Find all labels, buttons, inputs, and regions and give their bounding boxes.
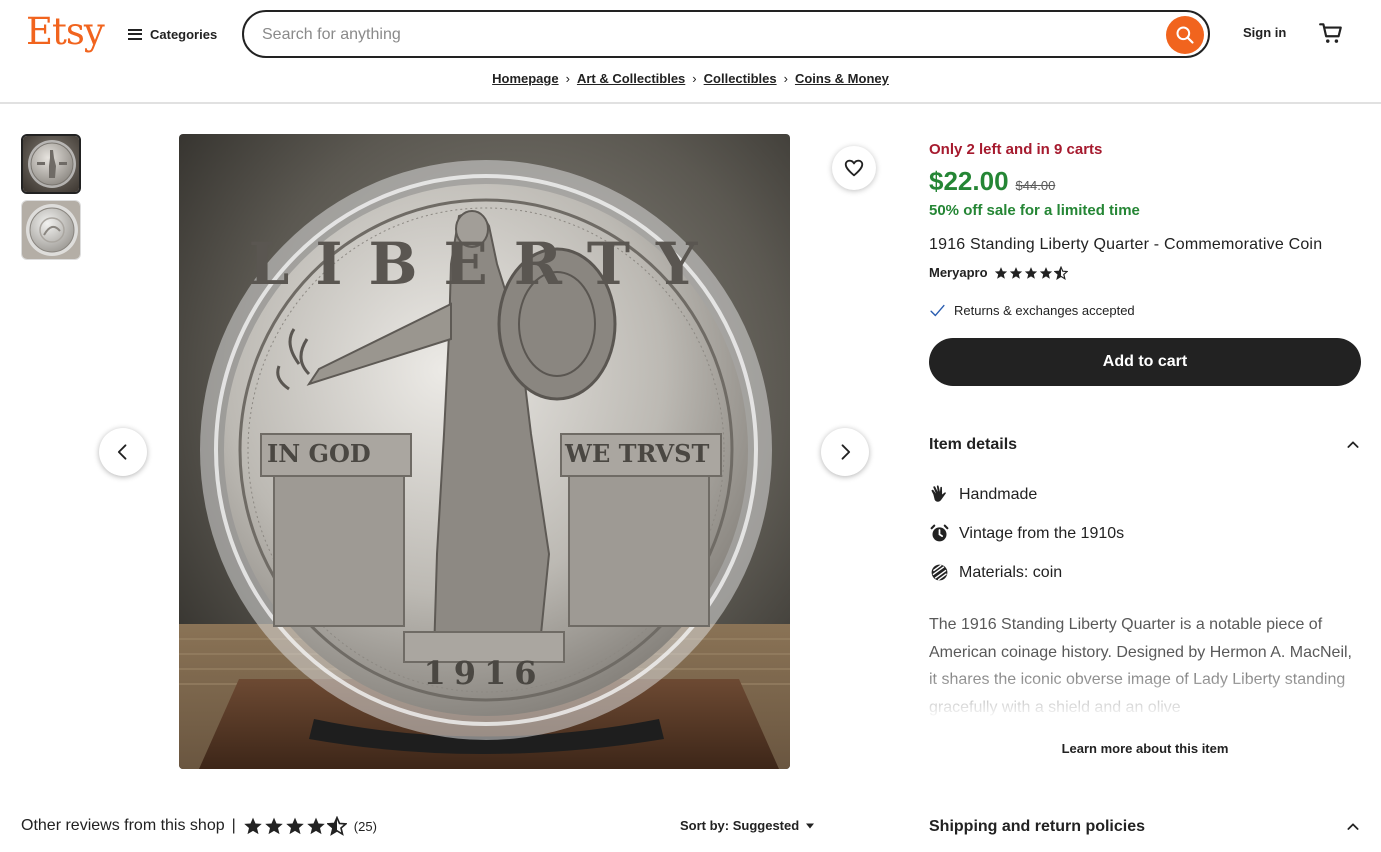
shop-rating-stars (994, 265, 1068, 280)
chevron-right-icon (841, 444, 851, 460)
hand-icon (931, 485, 946, 502)
categories-label: Categories (150, 26, 218, 42)
search-icon (1176, 26, 1194, 44)
item-description: The 1916 Standing Liberty Quarter is a n… (929, 611, 1364, 719)
breadcrumb-homepage[interactable]: Homepage (492, 71, 558, 86)
chevron-up-icon (1347, 441, 1359, 448)
sort-label: Sort by: Suggested (680, 818, 800, 833)
coin-thumbnail-image (22, 201, 80, 259)
reviews-rating-stars (243, 816, 347, 836)
cart-icon[interactable] (1318, 20, 1344, 46)
star-icon (307, 817, 325, 835)
main-product-image: IN GOD WE TRVST LIBERTY 1916 (179, 134, 790, 769)
star-icon (1024, 266, 1037, 279)
coin-text-date: 1916 (423, 654, 544, 692)
thumbnail-2[interactable] (21, 200, 81, 260)
star-icon (265, 817, 283, 835)
star-icon (244, 817, 262, 835)
shipping-policies-toggle[interactable]: Shipping and return policies (929, 818, 1361, 836)
stock-notice: Only 2 left and in 9 carts (929, 141, 1103, 158)
breadcrumb: Homepage › Art & Collectibles › Collecti… (0, 71, 1381, 86)
previous-image-button[interactable] (99, 428, 147, 476)
shop-name-link[interactable]: Meryapro (929, 265, 988, 280)
price-row: $22.00 $44.00 (929, 166, 1055, 197)
heart-icon (844, 159, 864, 177)
chevron-right-icon: › (783, 71, 788, 86)
reviews-count: (25) (353, 818, 377, 834)
categories-button[interactable]: Categories (128, 22, 217, 46)
star-icon (1039, 266, 1052, 279)
materials-icon (931, 564, 948, 581)
checkmark-icon (930, 304, 945, 317)
detail-label: Handmade (959, 485, 1038, 503)
search-button[interactable] (1166, 16, 1204, 54)
add-to-cart-button[interactable]: Add to cart (929, 338, 1361, 386)
reviews-separator: | (231, 817, 236, 834)
chevron-up-icon (1347, 823, 1359, 830)
returns-label: Returns & exchanges accepted (954, 303, 1135, 318)
breadcrumb-art-collectibles[interactable]: Art & Collectibles (577, 71, 685, 86)
reviews-header: Other reviews from this shop | (25) (21, 816, 377, 836)
star-icon (1009, 266, 1022, 279)
chevron-right-icon: › (692, 71, 697, 86)
favorite-button[interactable] (832, 146, 876, 190)
sign-in-link[interactable]: Sign in (1243, 25, 1286, 40)
sale-notice: 50% off sale for a limited time (929, 202, 1140, 219)
coin-text-liberty: LIBERTY (249, 230, 724, 298)
site-header: Etsy Categories Sign in Homepage › Art &… (0, 0, 1381, 104)
menu-icon (128, 28, 142, 40)
star-icon (286, 817, 304, 835)
chevron-right-icon: › (565, 71, 570, 86)
star-icon (994, 266, 1007, 279)
detail-label: Materials: coin (959, 563, 1063, 581)
detail-materials: Materials: coin (929, 562, 1062, 583)
reviews-heading: Other reviews from this shop (21, 817, 225, 834)
next-image-button[interactable] (821, 428, 869, 476)
detail-label: Vintage from the 1910s (959, 524, 1125, 542)
search-bar (242, 10, 1210, 58)
sale-price: $22.00 (929, 166, 1009, 196)
product-title: 1916 Standing Liberty Quarter - Commemor… (929, 236, 1323, 253)
search-input[interactable] (262, 23, 1142, 47)
coin-thumbnail-image (23, 136, 79, 192)
half-star-icon (326, 816, 347, 836)
item-details-toggle[interactable]: Item details (929, 436, 1361, 454)
coin-text-in-god: IN GOD (267, 439, 371, 468)
learn-more-link[interactable]: Learn more about this item (929, 741, 1361, 756)
sort-dropdown[interactable]: Sort by: Suggested (680, 818, 815, 833)
breadcrumb-collectibles[interactable]: Collectibles (704, 71, 777, 86)
shop-row: Meryapro (929, 265, 1068, 280)
chevron-left-icon (117, 444, 127, 460)
alarm-clock-icon (930, 524, 949, 542)
shipping-heading: Shipping and return policies (929, 818, 1146, 835)
item-details-heading: Item details (929, 436, 1018, 453)
thumbnail-1[interactable] (21, 134, 81, 194)
original-price: $44.00 (1015, 178, 1056, 193)
etsy-logo[interactable]: Etsy (26, 10, 105, 53)
caret-down-icon (806, 823, 815, 828)
detail-vintage: Vintage from the 1910s (929, 523, 1124, 544)
detail-handmade: Handmade (929, 484, 1037, 505)
coin-image: IN GOD WE TRVST LIBERTY 1916 (179, 134, 790, 769)
breadcrumb-coins-money[interactable]: Coins & Money (795, 71, 889, 86)
half-star-icon (1053, 265, 1068, 280)
returns-row: Returns & exchanges accepted (929, 302, 1135, 319)
coin-text-we-trust: WE TRVST (564, 439, 710, 468)
